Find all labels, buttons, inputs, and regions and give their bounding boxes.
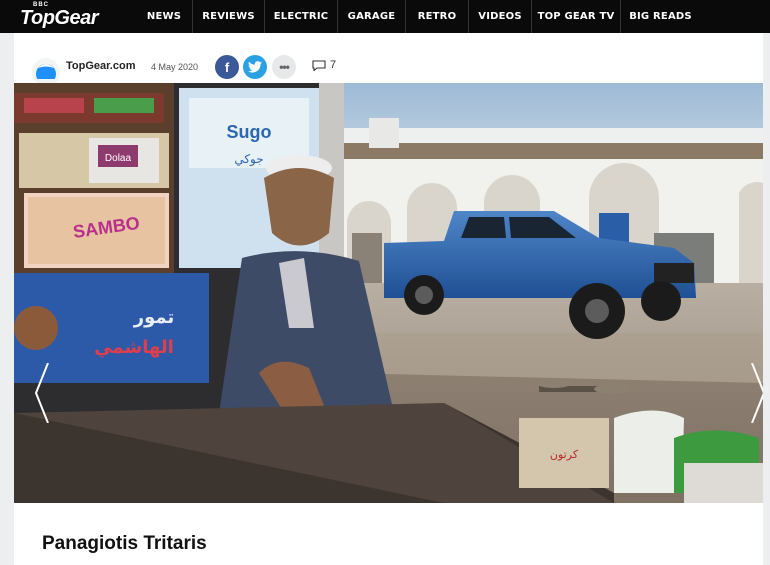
nav-menu: NEWS REVIEWS ELECTRIC GARAGE RETRO VIDEOS TOP … <box>136 0 700 33</box>
nav-item-electric[interactable]: ELECTRIC <box>264 0 337 33</box>
facebook-icon: f <box>224 59 230 75</box>
topgear-logo[interactable]: BBC TopGear <box>0 0 136 33</box>
more-icon: ••• <box>279 60 290 74</box>
article-card: TopGear.com 4 May 2020 f ••• 7 Dolaa SAM… <box>14 33 763 565</box>
comment-icon <box>312 59 326 71</box>
previous-image-arrow[interactable] <box>32 363 52 423</box>
comments-link[interactable]: 7 <box>312 59 336 71</box>
nav-item-videos[interactable]: VIDEOS <box>468 0 531 33</box>
more-share-button[interactable]: ••• <box>272 55 296 79</box>
nav-item-top-gear-tv[interactable]: TOP GEAR TV <box>531 0 620 33</box>
nav-item-retro[interactable]: RETRO <box>405 0 468 33</box>
nav-item-big-reads[interactable]: BIG READS <box>620 0 700 33</box>
facebook-share-button[interactable]: f <box>215 55 239 79</box>
nav-item-news[interactable]: NEWS <box>136 0 192 33</box>
author-name[interactable]: TopGear.com <box>66 60 135 72</box>
photo-credit-caption: Panagiotis Tritaris <box>42 533 207 554</box>
article-meta-bar: TopGear.com 4 May 2020 f ••• 7 <box>14 33 763 86</box>
twitter-share-button[interactable] <box>243 55 267 79</box>
arabic-sign-1: تمور <box>133 307 174 328</box>
sugar-sign: Sugo <box>227 122 272 142</box>
article-hero-photo[interactable]: Dolaa SAMBO Sugo جوكي تمور الهاشمي كرتون <box>14 83 763 503</box>
brand-name: TopGear <box>20 7 99 29</box>
top-nav: BBC TopGear NEWS REVIEWS ELECTRIC GARAGE RET… <box>0 0 770 33</box>
twitter-icon <box>248 61 262 73</box>
bbc-logo-text: BBC <box>33 2 49 8</box>
arabic-sign-2: الهاشمي <box>94 337 174 358</box>
comments-count: 7 <box>330 59 337 71</box>
nav-item-reviews[interactable]: REVIEWS <box>192 0 264 33</box>
publish-date: 4 May 2020 <box>151 62 199 72</box>
next-image-arrow[interactable] <box>748 363 763 423</box>
crate-label: كرتون <box>550 448 579 461</box>
nav-item-garage[interactable]: GARAGE <box>337 0 405 33</box>
dolaa-sign: Dolaa <box>105 153 132 164</box>
author-avatar <box>32 58 60 86</box>
arabic-sign-3: جوكي <box>234 152 263 167</box>
